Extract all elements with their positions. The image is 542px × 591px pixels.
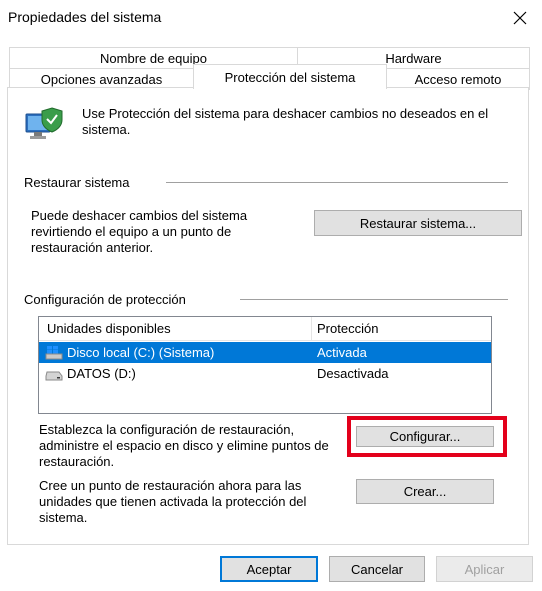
intro-text: Use Protección del sistema para deshacer…: [82, 106, 489, 137]
list-header: Unidades disponibles Protección: [39, 317, 491, 341]
tab-label: Hardware: [385, 50, 442, 66]
list-item[interactable]: Disco local (C:) (Sistema) Activada: [39, 342, 491, 363]
drive-protection-status: Activada: [317, 345, 367, 360]
create-button[interactable]: Crear...: [356, 479, 494, 504]
drive-protection-status: Desactivada: [317, 366, 389, 381]
windows-drive-icon: [45, 346, 63, 360]
tab-label: Acceso remoto: [414, 71, 502, 87]
ok-button[interactable]: Aceptar: [220, 556, 318, 582]
cancel-button[interactable]: Cancelar: [329, 556, 425, 582]
system-properties-window: Propiedades del sistema Nombre de equipo…: [0, 0, 542, 591]
create-description: Cree un punto de restauración ahora para…: [39, 478, 307, 525]
apply-button[interactable]: Aplicar: [436, 556, 533, 582]
column-header-drives[interactable]: Unidades disponibles: [47, 321, 171, 336]
tab-label: Nombre de equipo: [100, 50, 207, 66]
close-icon: [513, 11, 527, 25]
list-item[interactable]: DATOS (D:) Desactivada: [39, 363, 491, 384]
group-divider: [166, 182, 508, 183]
drive-name: Disco local (C:) (Sistema): [67, 345, 215, 360]
column-separator[interactable]: [311, 317, 312, 341]
column-header-protection[interactable]: Protección: [317, 321, 378, 336]
computer-shield-icon: [25, 107, 63, 139]
apply-label: Aplicar: [464, 561, 505, 577]
ok-label: Aceptar: [246, 561, 292, 577]
drive-name: DATOS (D:): [67, 366, 136, 381]
configure-description: Establezca la configuración de restaurac…: [39, 422, 329, 469]
tab-label: Opciones avanzadas: [40, 71, 163, 87]
drives-list[interactable]: Unidades disponibles Protección Disco lo…: [38, 316, 492, 414]
cancel-label: Cancelar: [350, 561, 404, 577]
restore-system-label: Restaurar sistema...: [359, 215, 477, 231]
group-divider: [240, 299, 508, 300]
configure-label: Configurar...: [389, 429, 461, 444]
create-label: Crear...: [403, 484, 447, 499]
restore-description: Puede deshacer cambios del sistema revir…: [31, 208, 248, 255]
restore-system-button[interactable]: Restaurar sistema...: [314, 210, 522, 236]
tab-system-protection[interactable]: Protección del sistema: [193, 64, 387, 89]
protection-group-label: Configuración de protección: [24, 292, 192, 307]
close-button[interactable]: [504, 3, 536, 33]
drive-icon: [45, 371, 63, 381]
configure-button[interactable]: Configurar...: [356, 426, 494, 447]
window-title: Propiedades del sistema: [8, 9, 162, 25]
restore-group-label: Restaurar sistema: [24, 175, 136, 190]
tab-label: Protección del sistema: [224, 69, 356, 85]
